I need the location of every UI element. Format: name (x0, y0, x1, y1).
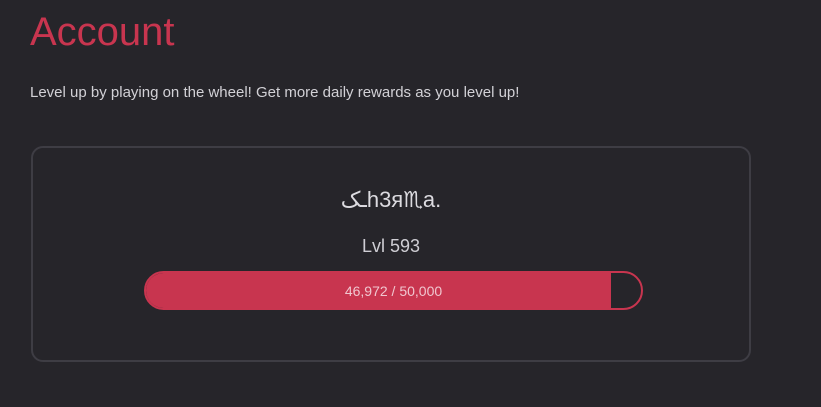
account-card: ـکh3я♏a. Lvl 593 46,972 / 50,000 (31, 146, 751, 362)
xp-progress-bar: 46,972 / 50,000 (144, 271, 643, 310)
username: ـکh3я♏a. (340, 187, 442, 212)
page-title: Account (30, 10, 175, 54)
level-label: Lvl 593 (361, 236, 421, 256)
xp-progress-text: 46,972 / 50,000 (344, 282, 443, 299)
page-description: Level up by playing on the wheel! Get mo… (30, 84, 520, 101)
account-page: Account Level up by playing on the wheel… (0, 0, 821, 407)
